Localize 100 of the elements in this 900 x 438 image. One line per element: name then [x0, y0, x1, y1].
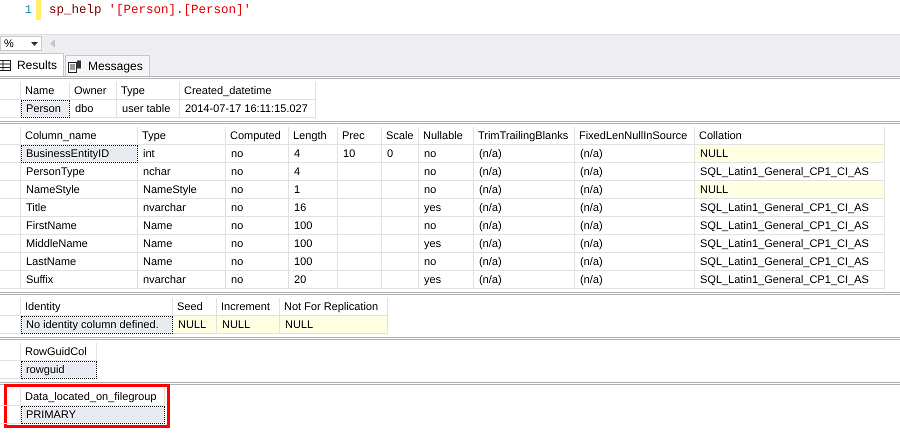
table-cell: NULL [280, 316, 388, 334]
table-cell: 2014-07-17 16:11:15.027 [180, 100, 316, 118]
table-cell: NULL [173, 316, 217, 334]
table-cell: (n/a) [474, 253, 575, 271]
table-cell: yes [419, 235, 474, 253]
line-number: 1 [24, 2, 33, 17]
table-cell: (n/a) [575, 199, 695, 217]
table-cell: no [226, 235, 289, 253]
table-cell: SQL_Latin1_General_CP1_CI_AS [695, 253, 885, 271]
column-header[interactable]: Scale [382, 127, 419, 145]
table-cell: MiddleName [21, 235, 138, 253]
table-cell: SQL_Latin1_General_CP1_CI_AS [695, 271, 885, 289]
table-cell: int [138, 145, 226, 163]
table-cell: NULL [695, 145, 885, 163]
table-cell: 4 [289, 145, 338, 163]
column-header[interactable]: Collation [695, 127, 885, 145]
table-cell: 16 [289, 199, 338, 217]
table-cell: no [226, 181, 289, 199]
table-cell: NULL [217, 316, 280, 334]
column-header[interactable]: Increment [217, 298, 280, 316]
table-cell: rowguid [21, 361, 97, 379]
table-cell: (n/a) [474, 217, 575, 235]
table-cell: Name [138, 253, 226, 271]
table-cell: no [419, 253, 474, 271]
column-header[interactable]: Prec [338, 127, 382, 145]
zoom-dropdown[interactable]: % [0, 36, 42, 51]
column-header[interactable]: Identity [21, 298, 173, 316]
table-cell: 100 [289, 235, 338, 253]
table-cell: Name [138, 235, 226, 253]
table-cell: (n/a) [575, 145, 695, 163]
table-cell: (n/a) [575, 217, 695, 235]
table-cell: no [419, 217, 474, 235]
table-cell: (n/a) [474, 163, 575, 181]
column-header[interactable]: Owner [70, 82, 117, 100]
table-cell: no [226, 145, 289, 163]
table-cell: PRIMARY [21, 406, 165, 424]
column-header[interactable]: Data_located_on_filegroup [21, 388, 165, 406]
table-cell: NULL [695, 181, 885, 199]
table-cell: Person [21, 100, 70, 118]
column-header[interactable]: RowGuidCol [21, 343, 97, 361]
table-cell: no [226, 271, 289, 289]
column-header[interactable]: Type [117, 82, 180, 100]
table-cell: (n/a) [474, 181, 575, 199]
table-cell: no [226, 253, 289, 271]
column-header[interactable]: FixedLenNullInSource [575, 127, 695, 145]
column-header[interactable]: Length [289, 127, 338, 145]
table-cell: no [419, 163, 474, 181]
table-cell: (n/a) [575, 163, 695, 181]
table-cell: 10 [338, 145, 382, 163]
table-cell: nvarchar [138, 271, 226, 289]
table-cell: yes [419, 271, 474, 289]
table-cell: (n/a) [575, 253, 695, 271]
results-tab[interactable]: Messages [65, 55, 150, 76]
column-header[interactable]: Computed [226, 127, 289, 145]
column-header[interactable]: TrimTrailingBlanks [474, 127, 575, 145]
table-cell: 4 [289, 163, 338, 181]
table-cell: yes [419, 199, 474, 217]
table-cell: LastName [21, 253, 138, 271]
table-cell: (n/a) [474, 271, 575, 289]
table-cell: No identity column defined. [21, 316, 173, 334]
table-cell: nvarchar [138, 199, 226, 217]
code-token: sp_help [49, 3, 102, 17]
table-cell: dbo [70, 100, 117, 118]
results-tab[interactable]: Results [0, 53, 64, 76]
table-cell: no [419, 145, 474, 163]
table-cell: no [226, 199, 289, 217]
table-cell: NameStyle [138, 181, 226, 199]
table-cell: (n/a) [474, 199, 575, 217]
column-header[interactable]: Created_datetime [180, 82, 316, 100]
code-token: '[Person].[Person]' [108, 3, 252, 17]
table-cell: no [226, 217, 289, 235]
column-header[interactable]: Not For Replication [280, 298, 388, 316]
table-cell: (n/a) [575, 181, 695, 199]
table-cell: 0 [382, 145, 419, 163]
column-header[interactable]: Seed [173, 298, 217, 316]
table-cell: 20 [289, 271, 338, 289]
table-cell: PersonType [21, 163, 138, 181]
table-cell: no [226, 163, 289, 181]
table-cell: FirstName [21, 217, 138, 235]
table-cell: Name [138, 217, 226, 235]
column-header[interactable]: Name [21, 82, 70, 100]
table-cell: 100 [289, 253, 338, 271]
table-cell: SQL_Latin1_General_CP1_CI_AS [695, 199, 885, 217]
table-cell: SQL_Latin1_General_CP1_CI_AS [695, 163, 885, 181]
table-cell: nchar [138, 163, 226, 181]
table-cell: BusinessEntityID [21, 145, 138, 163]
table-cell: (n/a) [474, 145, 575, 163]
table-cell: (n/a) [575, 271, 695, 289]
table-cell: (n/a) [474, 235, 575, 253]
table-cell: no [419, 181, 474, 199]
table-cell: Title [21, 199, 138, 217]
table-cell: SQL_Latin1_General_CP1_CI_AS [695, 217, 885, 235]
column-header[interactable]: Nullable [419, 127, 474, 145]
column-header[interactable]: Type [138, 127, 226, 145]
table-cell: SQL_Latin1_General_CP1_CI_AS [695, 235, 885, 253]
column-header[interactable]: Column_name [21, 127, 138, 145]
table-cell: NameStyle [21, 181, 138, 199]
table-cell: (n/a) [575, 235, 695, 253]
table-cell: 100 [289, 217, 338, 235]
table-cell: Suffix [21, 271, 138, 289]
